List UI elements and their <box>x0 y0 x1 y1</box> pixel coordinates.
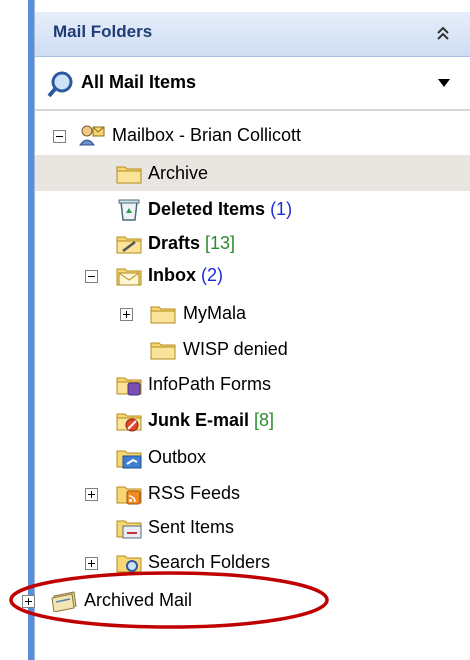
sent-items-icon <box>116 520 142 539</box>
tree-item-label: MyMala <box>183 303 247 323</box>
tree-item-sent-items[interactable]: Sent Items <box>35 511 470 544</box>
annotation-ellipse <box>9 571 329 629</box>
rss-feed-icon <box>116 486 142 505</box>
recycle-bin-icon <box>118 199 140 221</box>
folder-icon <box>116 166 142 184</box>
tree-item-wisp-denied[interactable]: WISP denied <box>35 333 470 366</box>
all-mail-items-selector[interactable]: All Mail Items <box>35 57 470 111</box>
folder-icon <box>150 306 176 324</box>
tree-item-infopath-forms[interactable]: InfoPath Forms <box>35 368 470 401</box>
tree-item-label: WISP denied <box>183 339 288 359</box>
tree-item-rss-feeds[interactable]: RSS Feeds <box>35 477 470 510</box>
tree-item-deleted-items[interactable]: Deleted Items (1) <box>35 193 470 226</box>
item-count: [13] <box>205 233 236 253</box>
mail-folders-header[interactable]: Mail Folders <box>35 12 470 57</box>
mail-folders-title: Mail Folders <box>53 22 153 41</box>
expand-toggle-icon[interactable] <box>85 488 98 501</box>
item-count: [8] <box>254 410 275 430</box>
tree-item-drafts[interactable]: Drafts [13] <box>35 227 470 260</box>
tree-item-label: Junk E-mail <box>148 410 250 430</box>
all-mail-items-label: All Mail Items <box>81 72 197 92</box>
expand-toggle-icon[interactable] <box>85 557 98 570</box>
search-folder-icon <box>47 71 73 98</box>
tree-item-mymala[interactable]: MyMala <box>35 297 470 330</box>
infopath-folder-icon <box>116 377 142 396</box>
tree-item-label: Outbox <box>148 447 207 467</box>
double-chevron-up-icon[interactable] <box>434 24 452 44</box>
tree-item-outbox[interactable]: Outbox <box>35 441 470 474</box>
tree-item-junk-email[interactable]: Junk E-mail [8] <box>35 404 470 437</box>
expand-toggle-icon[interactable] <box>120 308 133 321</box>
inbox-icon <box>116 268 142 286</box>
tree-item-label: Inbox <box>148 265 196 285</box>
tree-item-label: Deleted Items <box>148 199 266 219</box>
collapse-toggle-icon[interactable] <box>53 130 66 143</box>
tree-item-label: Archive <box>148 163 209 183</box>
dropdown-arrow-icon[interactable] <box>438 79 450 87</box>
tree-item-label: InfoPath Forms <box>148 374 272 394</box>
tree-item-label: Mailbox - Brian Collicott <box>112 125 302 145</box>
tree-item-label: Drafts <box>148 233 201 253</box>
tree-item-label: Sent Items <box>148 517 235 537</box>
unread-count: (1) <box>270 199 293 219</box>
tree-item-inbox[interactable]: Inbox (2) <box>35 259 470 292</box>
folder-icon <box>150 342 176 360</box>
tree-item-archive[interactable]: Archive <box>35 157 470 190</box>
collapse-toggle-icon[interactable] <box>85 270 98 283</box>
tree-item-label: RSS Feeds <box>148 483 241 503</box>
outbox-icon <box>116 450 142 469</box>
tree-item-mailbox[interactable]: Mailbox - Brian Collicott <box>35 119 470 152</box>
junk-email-icon <box>116 413 142 432</box>
mailbox-icon <box>79 125 105 146</box>
unread-count: (2) <box>201 265 224 285</box>
drafts-icon <box>116 236 142 254</box>
